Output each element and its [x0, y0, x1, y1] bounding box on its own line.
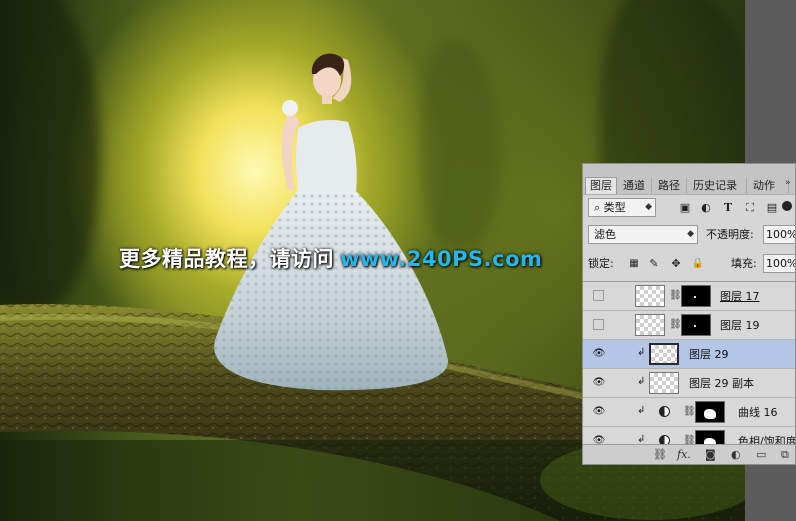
- search-icon: ⌕: [594, 201, 601, 214]
- eye-icon[interactable]: 👁: [592, 406, 606, 417]
- new-layer-icon[interactable]: ⧉: [781, 448, 789, 462]
- chevron-updown-icon: ◆: [687, 229, 694, 239]
- layer-name[interactable]: 曲线 16: [738, 398, 778, 427]
- layer-mask-thumbnail: [681, 314, 711, 336]
- layer-thumbnail: [649, 343, 679, 365]
- layer-name[interactable]: 图层 17: [720, 282, 760, 311]
- filter-row: ⌕ 类型 ◆ ▣ ◐ T ⛶ ▤: [583, 197, 795, 219]
- adjustment-icon[interactable]: ◐: [731, 448, 741, 462]
- lock-brush-icon[interactable]: ✎: [647, 257, 661, 271]
- fill-label: 填充:: [731, 257, 757, 270]
- clipping-arrow-icon: ↲: [637, 405, 646, 416]
- layer-row[interactable]: 👁 ↲ ⛓ 曲线 16: [583, 398, 795, 427]
- eye-icon[interactable]: 👁: [592, 377, 606, 388]
- layer-name[interactable]: 图层 19: [720, 311, 760, 340]
- layers-panel: 图层 通道 路径 历史记录 动作 » ⌕ 类型 ◆ ▣ ◐ T ⛶ ▤ 滤色 ◆…: [582, 163, 796, 465]
- opacity-label: 不透明度:: [706, 228, 754, 241]
- fill-input[interactable]: 100%: [763, 254, 795, 273]
- clipping-arrow-icon: ↲: [637, 347, 646, 358]
- filter-kind-value: 类型: [603, 201, 626, 214]
- chain-link-icon[interactable]: ⛓: [669, 290, 682, 301]
- tab-actions[interactable]: 动作: [749, 178, 789, 194]
- layer-thumbnail: [635, 285, 665, 307]
- lock-transparent-icon[interactable]: ▦: [627, 257, 641, 271]
- blend-mode-value: 滤色: [594, 228, 616, 241]
- watermark-url: www.240PS.com: [340, 247, 543, 271]
- layer-mask-thumbnail: [681, 285, 711, 307]
- visibility-toggle-off[interactable]: [593, 319, 604, 330]
- folder-icon[interactable]: ▭: [756, 448, 766, 462]
- chevron-updown-icon: ◆: [645, 202, 652, 212]
- tab-layers[interactable]: 图层: [585, 177, 617, 194]
- filter-shape-icon[interactable]: ⛶: [743, 201, 757, 215]
- blend-row: 滤色 ◆ 不透明度: 100%: [583, 225, 795, 247]
- layer-row[interactable]: ⛓ 图层 17: [583, 282, 795, 311]
- layer-thumbnail: [635, 314, 665, 336]
- layers-list: ⛓ 图层 17 ⛓ 图层 19 👁 ↲ 图层 29 👁 ↲ 图层 29 副本 👁…: [583, 281, 795, 445]
- panel-tabs: 图层 通道 路径 历史记录 动作 »: [583, 164, 795, 195]
- chain-link-icon[interactable]: ⛓: [669, 319, 682, 330]
- filter-pixel-icon[interactable]: ▣: [678, 201, 692, 215]
- fx-icon[interactable]: fx.: [677, 448, 691, 462]
- layer-name[interactable]: 图层 29: [689, 340, 729, 369]
- filter-kind-select[interactable]: ⌕ 类型 ◆: [588, 198, 656, 217]
- layer-mask-thumbnail: [695, 430, 725, 445]
- layer-name[interactable]: 色相/饱和度: [738, 427, 795, 445]
- layer-name[interactable]: 图层 29 副本: [689, 369, 754, 398]
- layer-row[interactable]: ⛓ 图层 19: [583, 311, 795, 340]
- lock-all-icon[interactable]: 🔒: [691, 257, 705, 271]
- add-mask-icon[interactable]: ◙: [705, 448, 716, 462]
- opacity-input[interactable]: 100%: [763, 225, 795, 244]
- bride-figure: [214, 53, 449, 391]
- layer-row-selected[interactable]: 👁 ↲ 图层 29: [583, 340, 795, 369]
- watermark-text: 更多精品教程，请访问: [119, 247, 334, 271]
- tab-history[interactable]: 历史记录: [689, 178, 747, 194]
- filter-smartobject-icon[interactable]: ▤: [765, 201, 779, 215]
- lock-row: 锁定: ▦ ✎ ✥ 🔒 填充: 100%: [583, 254, 795, 276]
- adjustment-layer-icon: [659, 406, 670, 417]
- visibility-toggle-off[interactable]: [593, 290, 604, 301]
- filter-type-icon[interactable]: T: [721, 201, 735, 215]
- filter-toggle-icon[interactable]: [782, 201, 792, 211]
- panel-footer: ⛓ fx. ◙ ◐ ▭ ⧉: [583, 444, 795, 464]
- filter-adjustment-icon[interactable]: ◐: [699, 201, 713, 215]
- layer-row[interactable]: 👁 ↲ 图层 29 副本: [583, 369, 795, 398]
- layer-mask-thumbnail: [695, 401, 725, 423]
- tab-paths[interactable]: 路径: [654, 178, 687, 194]
- blend-mode-select[interactable]: 滤色 ◆: [588, 225, 698, 244]
- clipping-arrow-icon: ↲: [637, 376, 646, 387]
- panel-menu-icon[interactable]: »: [785, 178, 795, 194]
- chain-link-icon[interactable]: ⛓: [683, 406, 696, 417]
- layer-row[interactable]: 👁 ↲ ⛓ 色相/饱和度: [583, 427, 795, 445]
- watermark: 更多精品教程，请访问 www.240PS.com: [119, 243, 542, 273]
- link-layers-icon[interactable]: ⛓: [653, 448, 667, 462]
- tab-channels[interactable]: 通道: [619, 178, 652, 194]
- lock-label: 锁定:: [588, 257, 614, 270]
- lock-move-icon[interactable]: ✥: [669, 257, 683, 271]
- eye-icon[interactable]: 👁: [592, 348, 606, 359]
- layer-thumbnail: [649, 372, 679, 394]
